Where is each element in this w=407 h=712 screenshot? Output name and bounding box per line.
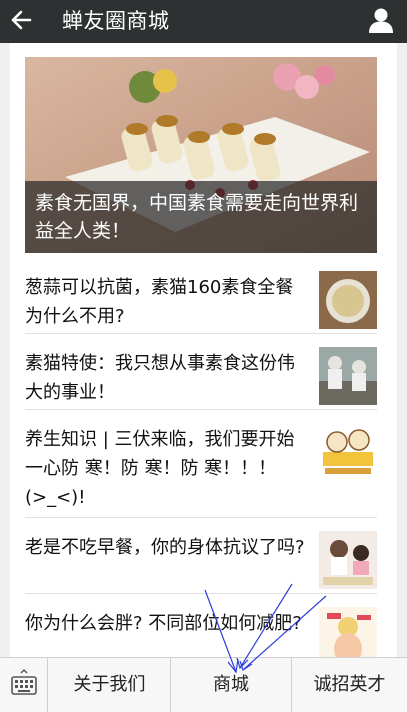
menu-tab-about-us[interactable]: 关于我们 — [49, 658, 170, 712]
news-title: 养生知识 | 三伏来临，我们要开始一心防 寒！防 寒！防 寒！！！(>_<)! — [25, 429, 295, 508]
news-title: 你为什么会胖? 不同部位如何减肥? — [25, 613, 302, 634]
back-button[interactable] — [0, 0, 42, 43]
news-item[interactable]: 你为什么会胖? 不同部位如何减肥? — [25, 594, 377, 657]
news-thumbnail — [319, 607, 377, 657]
menu-tab-shop[interactable]: 商城 — [171, 658, 291, 712]
news-item[interactable]: 葱蒜可以抗菌，素猫160素食全餐为什么不用? — [25, 258, 377, 334]
keyboard-toggle-button[interactable] — [0, 658, 48, 712]
news-item[interactable]: 养生知识 | 三伏来临，我们要开始一心防 寒！防 寒！防 寒！！！(>_<)! — [25, 410, 377, 518]
news-title: 葱蒜可以抗菌，素猫160素食全餐为什么不用? — [25, 277, 294, 327]
menu-tab-careers[interactable]: 诚招英才 — [292, 658, 407, 712]
article-card: 素食无国界，中国素食需要走向世界利益全人类！ 葱蒜可以抗菌，素猫160素食全餐为… — [10, 43, 397, 657]
news-thumbnail — [319, 347, 377, 405]
user-icon — [367, 7, 395, 37]
news-item[interactable]: 老是不吃早餐，你的身体抗议了吗? — [25, 518, 377, 594]
news-thumbnail — [319, 424, 377, 482]
arrow-left-icon — [10, 10, 32, 34]
user-button[interactable] — [363, 4, 399, 40]
news-list: 葱蒜可以抗菌，素猫160素食全餐为什么不用? 素猫特使：我只想从事素食这份伟大的… — [25, 258, 377, 657]
news-title: 老是不吃早餐，你的身体抗议了吗? — [25, 537, 305, 558]
news-title: 素猫特使：我只想从事素食这份伟大的事业！ — [25, 353, 295, 403]
news-item[interactable]: 素猫特使：我只想从事素食这份伟大的事业！ — [25, 334, 377, 410]
bottom-menu-bar: 关于我们 商城 诚招英才 — [0, 657, 407, 712]
top-bar: 蝉友圈商城 — [0, 0, 407, 43]
banner-caption: 素食无国界，中国素食需要走向世界利益全人类！ — [25, 181, 377, 253]
content-area[interactable]: 素食无国界，中国素食需要走向世界利益全人类！ 葱蒜可以抗菌，素猫160素食全餐为… — [0, 43, 407, 657]
page-title: 蝉友圈商城 — [62, 9, 170, 33]
banner[interactable]: 素食无国界，中国素食需要走向世界利益全人类！ — [25, 57, 377, 253]
news-thumbnail — [319, 531, 377, 589]
news-thumbnail — [319, 271, 377, 329]
keyboard-icon — [10, 668, 37, 702]
